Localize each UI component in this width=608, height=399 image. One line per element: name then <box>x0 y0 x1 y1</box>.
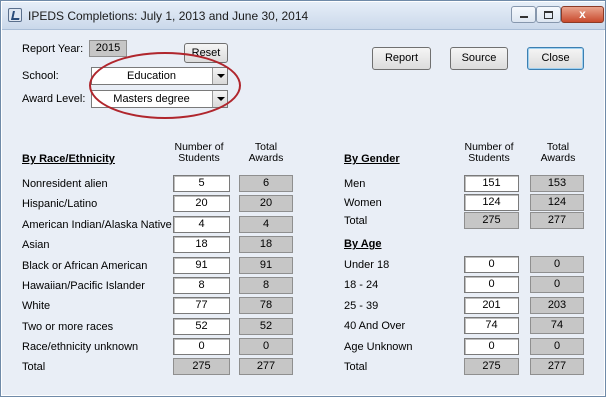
race-total-label: Total <box>22 361 46 373</box>
race-awards-header: Total Awards <box>248 141 284 164</box>
race-row-label: Hawaiian/Pacific Islander <box>22 280 145 292</box>
race-heading: By Race/Ethnicity <box>22 153 115 165</box>
race-awards-value: 91 <box>239 256 293 274</box>
age-total-students: 275 <box>464 358 519 375</box>
race-students-field[interactable]: 91 <box>173 256 230 274</box>
age-students-field[interactable]: 201 <box>464 296 519 314</box>
race-students-header: Number of Students <box>174 141 224 164</box>
award-level-label: Award Level: <box>22 93 86 105</box>
race-row-label: Hispanic/Latino <box>22 198 98 211</box>
race-awards-value: 0 <box>239 338 293 356</box>
age-row-label: 40 And Over <box>344 320 406 333</box>
race-awards-value: 78 <box>239 297 293 315</box>
gender-row-label: Women <box>344 196 382 209</box>
close-button[interactable]: Close <box>527 47 584 70</box>
race-row-label: American Indian/Alaska Native <box>22 218 172 231</box>
race-students-field[interactable]: 5 <box>173 175 230 192</box>
age-awards-value: 203 <box>530 296 584 314</box>
age-awards-value: 74 <box>530 317 584 335</box>
completions-window: IPEDS Completions: July 1, 2013 and June… <box>0 0 606 397</box>
age-awards-value: 0 <box>530 337 584 355</box>
minimize-icon <box>519 16 528 18</box>
race-students-field[interactable]: 77 <box>173 297 230 315</box>
age-awards-value: 0 <box>530 256 584 273</box>
race-awards-value: 18 <box>239 236 293 254</box>
gender-row-label: Men <box>344 178 366 190</box>
race-total-awards: 277 <box>239 358 293 375</box>
age-row-label: Age Unknown <box>344 340 413 353</box>
window-title: IPEDS Completions: July 1, 2013 and June… <box>28 9 309 23</box>
age-students-field[interactable]: 0 <box>464 256 519 273</box>
gender-students-header: Number of Students <box>464 141 514 164</box>
age-row-label: 18 - 24 <box>344 279 379 292</box>
race-awards-value: 52 <box>239 317 293 335</box>
race-students-field[interactable]: 8 <box>173 277 230 294</box>
race-row-label: Black or African American <box>22 259 148 272</box>
race-students-field[interactable]: 0 <box>173 338 230 356</box>
age-students-field[interactable]: 0 <box>464 337 519 355</box>
race-awards-value: 6 <box>239 175 293 192</box>
gender-total-awards: 277 <box>530 212 584 229</box>
age-row-label: 25 - 39 <box>344 299 379 312</box>
gender-awards-value: 124 <box>530 193 584 211</box>
gender-total-label: Total <box>344 215 368 227</box>
race-row-label: Asian <box>22 239 50 252</box>
race-total-students: 275 <box>173 358 230 375</box>
gender-total-students: 275 <box>464 212 519 229</box>
race-row-label: White <box>22 300 51 313</box>
gender-awards-header: Total Awards <box>540 141 576 164</box>
report-year-label: Report Year: <box>22 43 84 55</box>
age-total-awards: 277 <box>530 358 584 375</box>
age-students-field[interactable]: 0 <box>464 276 519 294</box>
age-total-label: Total <box>344 361 368 373</box>
app-icon <box>8 8 22 22</box>
race-row-label: Two or more races <box>22 320 114 333</box>
race-row-label: Nonresident alien <box>22 178 108 190</box>
school-label: School: <box>22 70 59 82</box>
race-row-label: Race/ethnicity unknown <box>22 341 139 354</box>
gender-awards-value: 153 <box>530 175 584 192</box>
highlight-ellipse <box>89 52 241 119</box>
minimize-button[interactable] <box>511 6 536 23</box>
race-awards-value: 20 <box>239 195 293 213</box>
maximize-icon <box>544 11 553 19</box>
title-bar[interactable]: IPEDS Completions: July 1, 2013 and June… <box>2 2 605 30</box>
age-students-field[interactable]: 74 <box>464 317 519 335</box>
race-students-field[interactable]: 20 <box>173 195 230 213</box>
race-awards-value: 8 <box>239 277 293 294</box>
age-heading: By Age <box>344 238 382 250</box>
gender-heading: By Gender <box>344 153 400 165</box>
close-icon: x <box>579 7 586 21</box>
maximize-button[interactable] <box>536 6 561 23</box>
age-row-label: Under 18 <box>344 259 390 271</box>
gender-students-field[interactable]: 124 <box>464 193 519 211</box>
report-year-value: 2015 <box>89 40 127 57</box>
source-button[interactable]: Source <box>450 47 508 70</box>
age-awards-value: 0 <box>530 276 584 294</box>
race-students-field[interactable]: 52 <box>173 317 230 335</box>
race-students-field[interactable]: 18 <box>173 236 230 254</box>
report-button[interactable]: Report <box>372 47 431 70</box>
window-close-button[interactable]: x <box>561 6 604 23</box>
gender-students-field[interactable]: 151 <box>464 175 519 192</box>
race-students-field[interactable]: 4 <box>173 215 230 233</box>
race-awards-value: 4 <box>239 215 293 233</box>
